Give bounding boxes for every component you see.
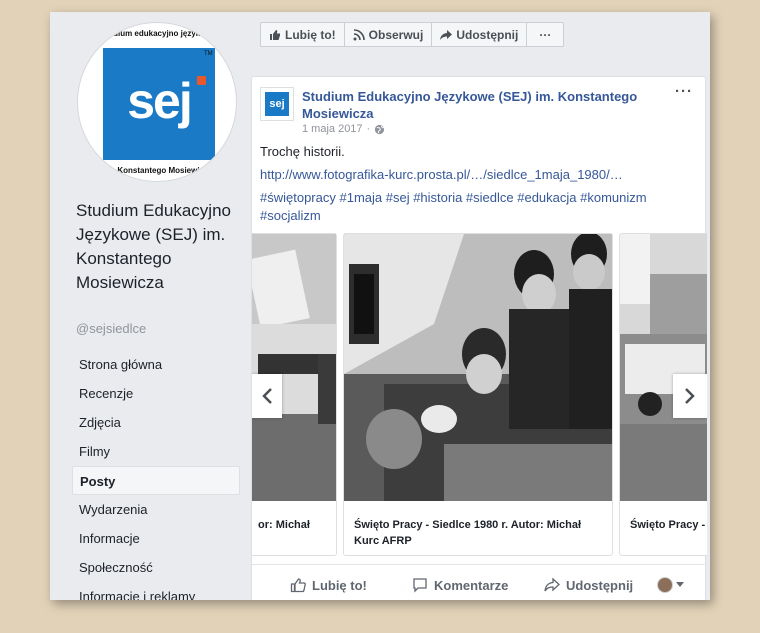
card-caption: Święto Pracy - Siedlce 1980 r. Autor: Mi…: [354, 519, 582, 547]
user-avatar: [657, 577, 673, 593]
nav-item-videos[interactable]: Filmy: [72, 437, 240, 466]
like-page-label: Lubię to!: [285, 27, 336, 42]
chevron-right-icon: [685, 388, 695, 404]
card-caption: or: Michał: [258, 519, 310, 531]
card-caption: Święto Pracy - Kurc AFRP: [630, 519, 707, 531]
like-page-button[interactable]: Lubię to!: [260, 22, 345, 47]
thumbs-up-outline-icon: [290, 578, 306, 593]
globe-icon[interactable]: [374, 124, 385, 135]
post-options-button[interactable]: ···: [675, 83, 693, 100]
more-actions-button[interactable]: ···: [526, 22, 565, 47]
page-sidebar: Studium edukacyjno językowe sej TM im. K…: [50, 12, 246, 600]
follow-label: Obserwuj: [368, 27, 424, 42]
nav-item-community[interactable]: Społeczność: [72, 553, 240, 582]
logo-bottom-text: im. Konstantego Mosiewicza: [103, 166, 213, 175]
rss-icon: [353, 28, 365, 40]
comment-label: Komentarze: [434, 577, 509, 593]
nav-item-events[interactable]: Wydarzenia: [72, 495, 240, 524]
like-post-button[interactable]: Lubię to!: [290, 577, 367, 593]
nav-item-posts[interactable]: Posty: [72, 466, 240, 495]
facebook-page: Studium edukacyjno językowe sej TM im. K…: [50, 12, 710, 600]
chevron-left-icon: [262, 388, 272, 404]
follow-button[interactable]: Obserwuj: [343, 22, 433, 47]
post-link[interactable]: http://www.fotografika-kurc.prosta.pl/…/…: [260, 167, 623, 182]
carousel-next-button[interactable]: [673, 374, 707, 418]
post-author[interactable]: Studium Edukacyjno Językowe (SEJ) im. Ko…: [302, 88, 662, 122]
comment-button[interactable]: Komentarze: [412, 577, 508, 593]
nav-item-home[interactable]: Strona główna: [72, 350, 240, 379]
caret-down-icon: [676, 582, 684, 587]
comment-icon: [413, 578, 427, 593]
page-nav: Strona główna Recenzje Zdjęcia Filmy Pos…: [72, 350, 240, 600]
logo-top-text: Studium edukacyjno językowe: [100, 29, 216, 38]
parade-photo-image: [344, 234, 612, 501]
avatar-logo: sej: [265, 92, 289, 116]
carousel-prev-button[interactable]: [252, 374, 282, 418]
nav-item-reviews[interactable]: Recenzje: [72, 379, 240, 408]
profile-picture[interactable]: Studium edukacyjno językowe sej TM im. K…: [77, 22, 237, 182]
nav-item-photos[interactable]: Zdjęcia: [72, 408, 240, 437]
post-hashtags[interactable]: #świętopracy #1maja #sej #historia #sied…: [260, 189, 690, 225]
street-photo-image: [620, 234, 707, 501]
post-meta: 1 maja 2017 ·: [302, 123, 385, 135]
logo-tm: TM: [204, 51, 213, 57]
photo-carousel: or: Michał Święto Pracy - Siedlce 1980 r…: [252, 233, 707, 558]
post-footer: Lubię to! Komentarze Udostępnij: [252, 564, 707, 600]
post-date[interactable]: 1 maja 2017: [302, 123, 363, 135]
share-page-label: Udostępnij: [456, 27, 519, 42]
carousel-photo[interactable]: [344, 234, 612, 501]
truck-photo-image: [252, 234, 336, 501]
nav-item-info-ads[interactable]: Informacje i reklamy: [72, 582, 240, 600]
share-post-button[interactable]: Udostępnij: [544, 577, 633, 593]
reaction-identity-selector[interactable]: [657, 577, 684, 593]
page-handle[interactable]: @sejsiedlce: [76, 321, 146, 336]
page-title[interactable]: Studium Edukacyjno Językowe (SEJ) im. Ko…: [76, 199, 244, 295]
carousel-card[interactable]: Święto Pracy - Siedlce 1980 r. Autor: Mi…: [343, 233, 613, 556]
logo-badge: sej: [103, 48, 215, 160]
post-card: sej Studium Edukacyjno Językowe (SEJ) im…: [251, 76, 707, 600]
post-text: Trochę historii.: [260, 144, 345, 159]
logo-dot: [197, 76, 206, 85]
thumbs-up-icon: [270, 29, 280, 40]
page-actions: Lubię to! Obserwuj Udostępnij ···: [260, 22, 565, 47]
carousel-photo[interactable]: [252, 234, 336, 501]
main-column: Lubię to! Obserwuj Udostępnij ··· sej St…: [246, 12, 710, 600]
share-outline-icon: [544, 577, 560, 592]
share-arrow-icon: [440, 29, 453, 40]
share-post-label: Udostępnij: [566, 577, 634, 593]
carousel-photo[interactable]: [620, 234, 707, 501]
post-author-avatar[interactable]: sej: [260, 87, 294, 121]
meta-separator: ·: [366, 123, 371, 135]
nav-item-about[interactable]: Informacje: [72, 524, 240, 553]
share-page-button[interactable]: Udostępnij: [431, 22, 528, 47]
like-post-label: Lubię to!: [312, 577, 367, 593]
